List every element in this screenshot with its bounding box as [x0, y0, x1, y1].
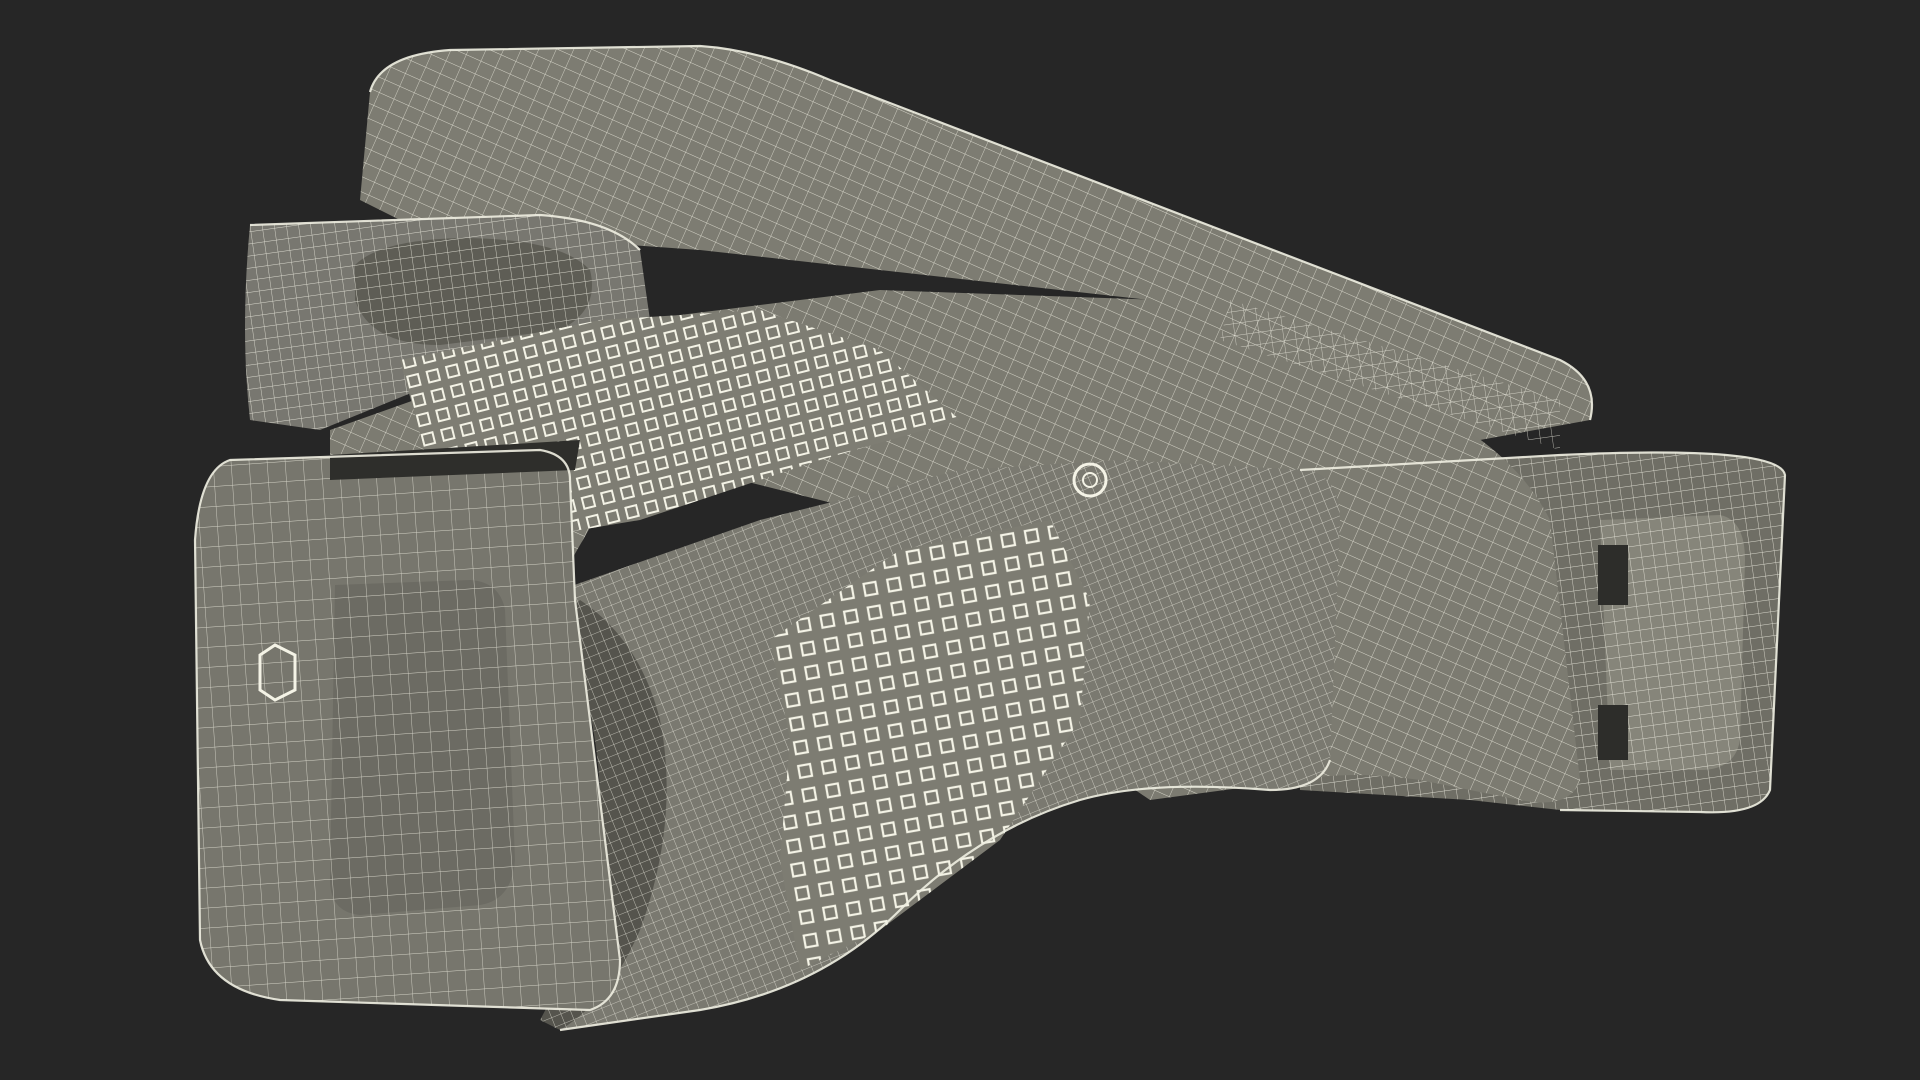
wireframe-render-scene — [0, 0, 1920, 1080]
magazine-baseplate — [195, 440, 620, 1010]
